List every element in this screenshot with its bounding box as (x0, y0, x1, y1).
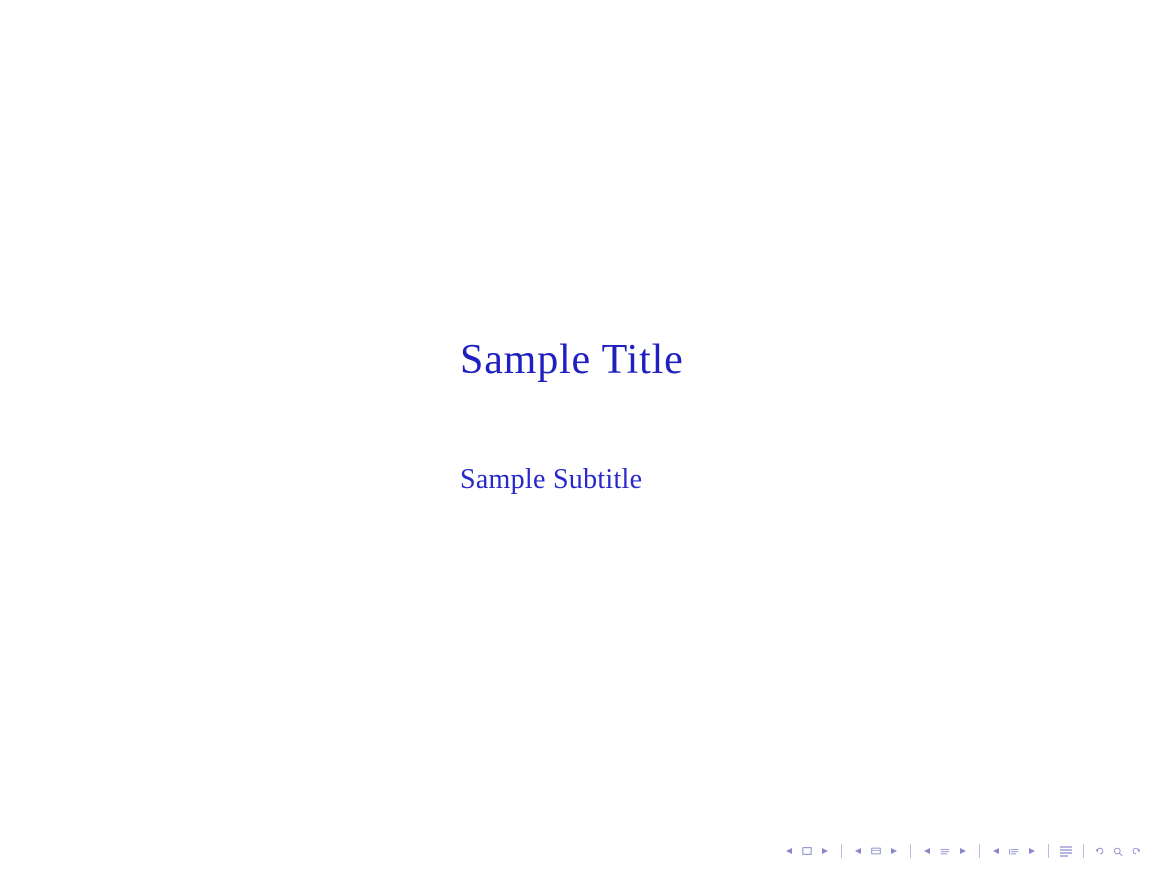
nav-group-lines (919, 844, 971, 858)
nav-frame-icon (799, 844, 815, 858)
nav-lines2-prev-button[interactable] (988, 844, 1004, 858)
nav-lines-prev-button[interactable] (919, 844, 935, 858)
nav-group-frame (781, 844, 833, 858)
separator-2 (910, 844, 911, 858)
nav-section-prev-button[interactable] (850, 844, 866, 858)
align-icon[interactable] (1057, 843, 1075, 859)
zoom-fit-button[interactable] (1110, 844, 1126, 858)
nav-prev-button[interactable] (781, 844, 797, 858)
slide-subtitle: Sample Subtitle (460, 464, 642, 496)
zoom-undo-button[interactable] (1092, 844, 1108, 858)
nav-group-section (850, 844, 902, 858)
nav-section-icon (868, 844, 884, 858)
separator-1 (841, 844, 842, 858)
bottom-toolbar (0, 831, 1164, 871)
slide-content: Sample Title Sample Subtitle (0, 0, 1164, 831)
separator-3 (979, 844, 980, 858)
nav-lines-next-button[interactable] (955, 844, 971, 858)
nav-group-lines2 (988, 844, 1040, 858)
separator-5 (1083, 844, 1084, 858)
nav-next-button[interactable] (817, 844, 833, 858)
nav-section-next-button[interactable] (886, 844, 902, 858)
nav-lines-icon (937, 844, 953, 858)
slide-title: Sample Title (460, 336, 684, 384)
zoom-redo-button[interactable] (1128, 844, 1144, 858)
nav-lines2-next-button[interactable] (1024, 844, 1040, 858)
slide-container: Sample Title Sample Subtitle (0, 0, 1164, 871)
separator-4 (1048, 844, 1049, 858)
nav-lines2-icon (1006, 844, 1022, 858)
zoom-controls (1092, 844, 1144, 858)
